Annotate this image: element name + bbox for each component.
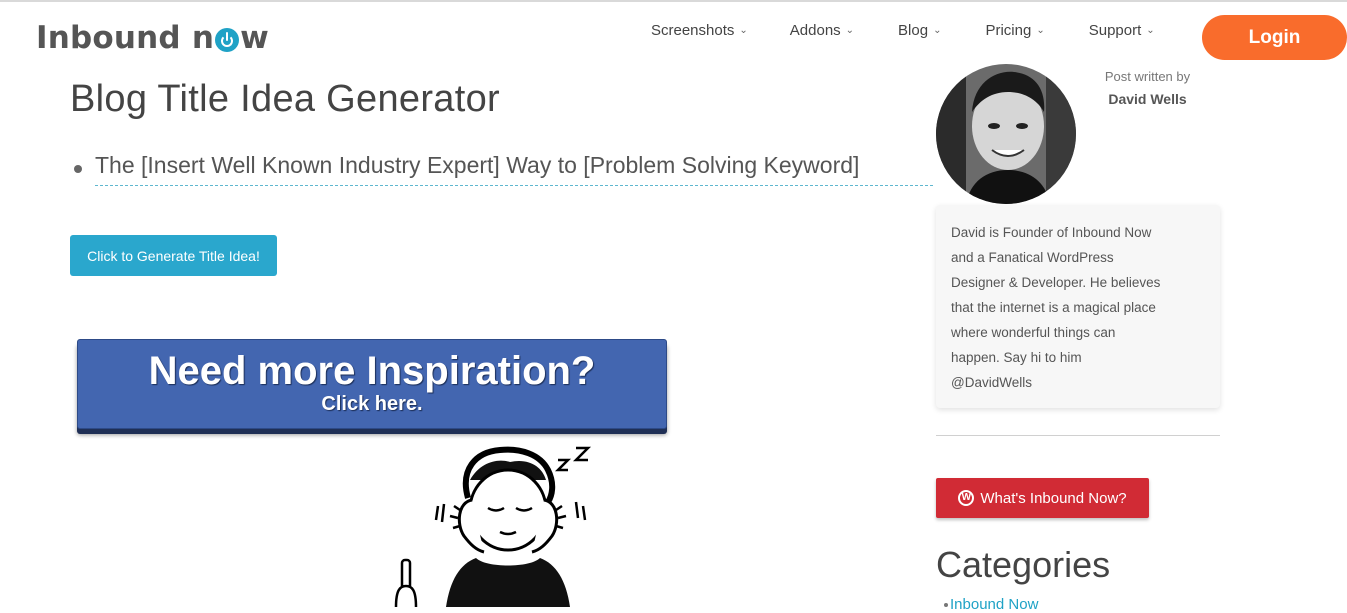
nav-label: Blog — [898, 21, 929, 39]
wordpress-icon: W — [958, 490, 975, 506]
author-name[interactable]: David Wells — [1100, 91, 1195, 107]
author-bio: David is Founder of Inbound Now and a Fa… — [951, 225, 1161, 390]
nav-screenshots[interactable]: Screenshots ⌄ — [651, 20, 748, 40]
nav-label: Pricing — [985, 21, 1032, 39]
category-bullet — [944, 603, 948, 607]
page-title: Blog Title Idea Generator — [70, 78, 500, 120]
inspiration-subtext: Click here. — [321, 393, 423, 415]
nav-addons[interactable]: Addons ⌄ — [790, 20, 854, 40]
chevron-down-icon: ⌄ — [845, 24, 855, 36]
main-nav: Screenshots ⌄ Addons ⌄ Blog ⌄ Pricing ⌄ … — [651, 20, 1197, 40]
category-link-inbound-now[interactable]: Inbound Now — [950, 596, 1038, 613]
sleeping-person-illustration — [394, 446, 592, 607]
generated-title-idea: The [Insert Well Known Industry Expert] … — [95, 152, 933, 186]
chevron-down-icon: ⌄ — [739, 24, 748, 36]
generate-title-button[interactable]: Click to Generate Title Idea! — [70, 235, 277, 276]
chevron-down-icon: ⌄ — [1146, 24, 1155, 36]
login-button[interactable]: Login — [1202, 15, 1347, 60]
categories-heading: Categories — [936, 544, 1111, 585]
top-border — [0, 0, 1347, 2]
logo[interactable]: Inbound n w — [36, 18, 269, 58]
power-icon — [215, 28, 240, 52]
nav-support[interactable]: Support ⌄ — [1089, 20, 1155, 40]
sidebar-divider — [936, 435, 1220, 436]
author-avatar — [936, 64, 1076, 204]
post-written-by-label: Post written by — [1104, 69, 1191, 84]
whats-inbound-now-button[interactable]: W What's Inbound Now? — [936, 478, 1149, 518]
nav-label: Addons — [789, 21, 841, 39]
nav-pricing[interactable]: Pricing ⌄ — [985, 20, 1044, 40]
chevron-down-icon: ⌄ — [933, 24, 942, 36]
whats-inbound-label: What's Inbound Now? — [980, 489, 1127, 507]
inspiration-headline: Need more Inspiration? — [148, 349, 596, 393]
nav-blog[interactable]: Blog ⌄ — [898, 20, 941, 40]
nav-label: Screenshots — [651, 21, 735, 39]
logo-text: Inbound n — [36, 20, 215, 56]
nav-label: Support — [1088, 21, 1142, 39]
chevron-down-icon: ⌄ — [1036, 24, 1045, 36]
inspiration-banner-button[interactable]: Need more Inspiration? Click here. — [77, 339, 667, 429]
logo-text-tail: w — [240, 20, 269, 56]
bullet-icon — [74, 165, 82, 173]
author-bio-card: David is Founder of Inbound Now and a Fa… — [936, 205, 1220, 408]
